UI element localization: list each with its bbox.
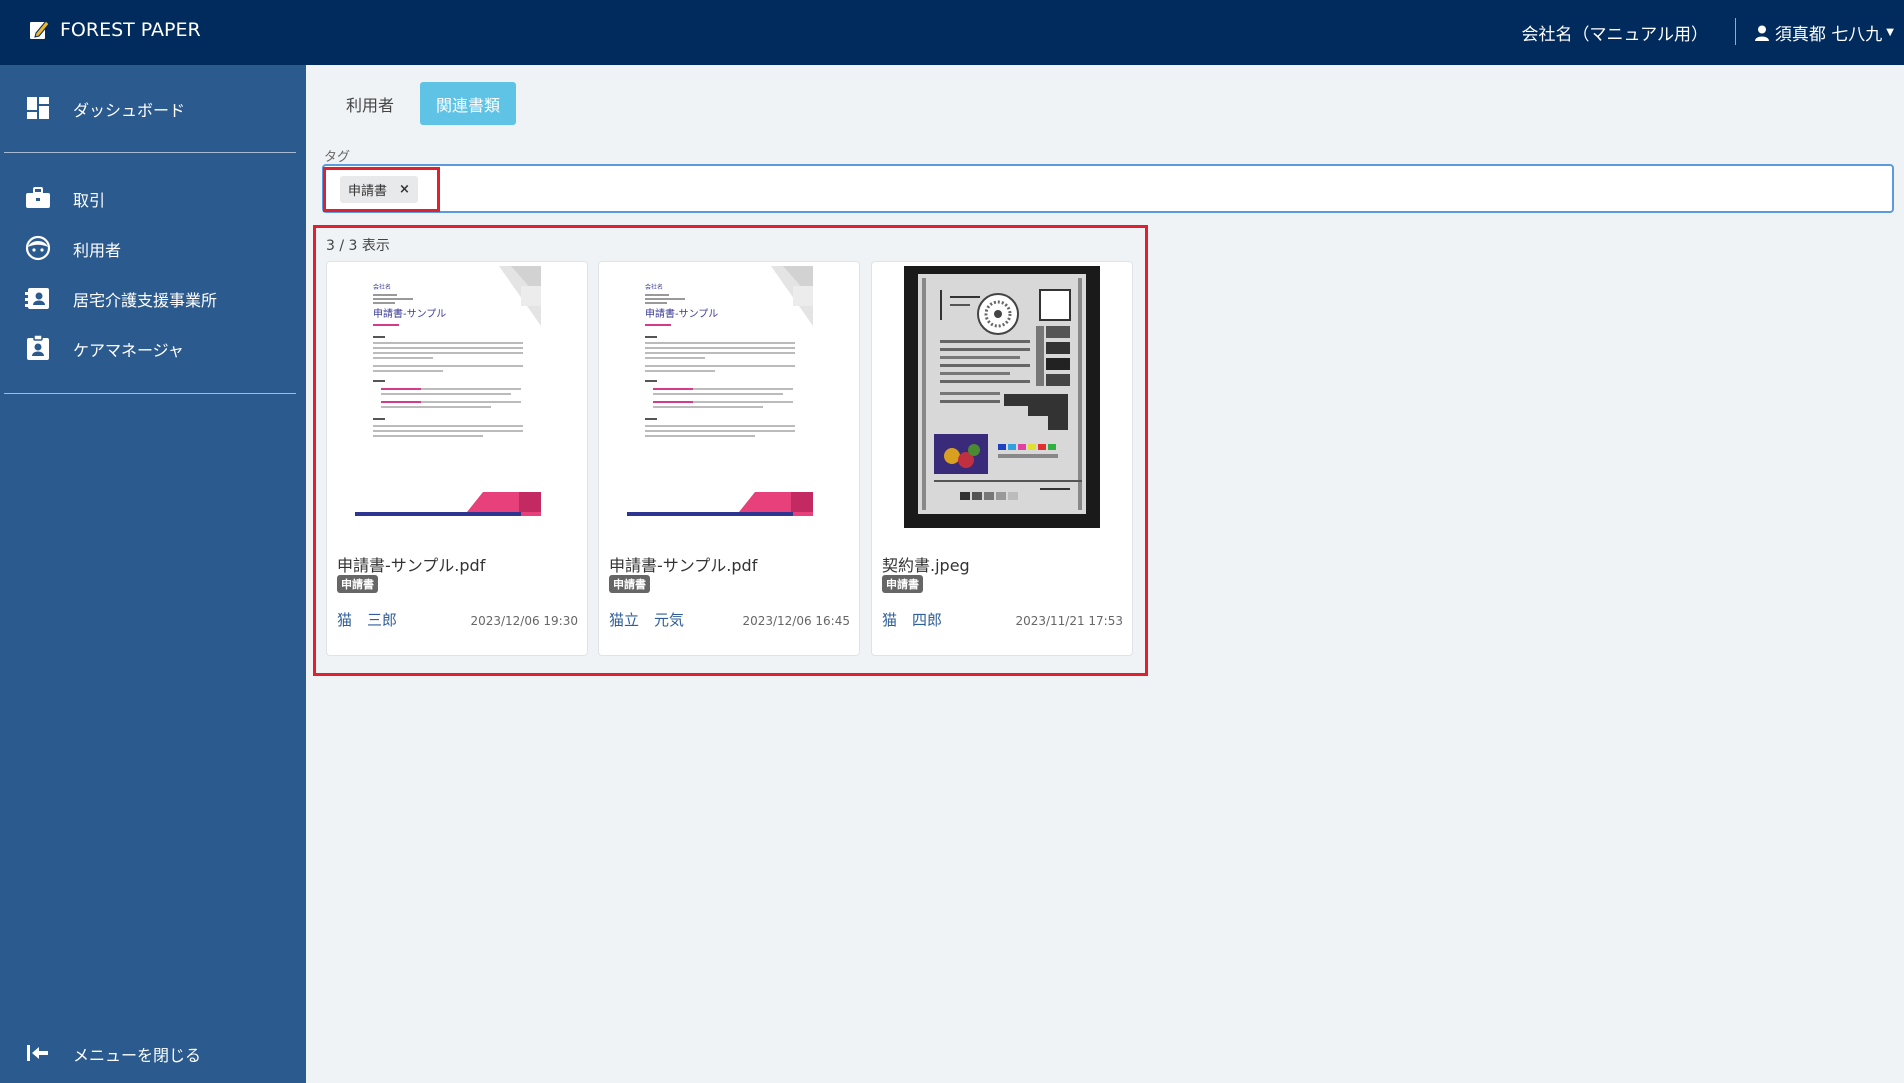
tag-filter-input[interactable] <box>322 164 1894 213</box>
caret-down-icon: ▼ <box>1886 27 1894 38</box>
top-bar: FOREST PAPER 会社名（マニュアル用） 須真都 七八九 ▼ <box>0 0 1904 65</box>
tab-bar: 利用者 関連書類 <box>330 82 517 125</box>
owner-name[interactable]: 猫 三郎 <box>337 609 397 630</box>
brand-name: FOREST PAPER <box>60 19 201 41</box>
tag-badge: 申請書 <box>609 575 650 593</box>
sidebar-item-transactions[interactable]: 取引 <box>0 175 306 219</box>
tag-badge: 申請書 <box>882 575 923 593</box>
sidebar-divider <box>4 393 296 394</box>
document-card[interactable]: 会社名 申請書-サンプル 申請書-サンプル.pdf 申請書 猫立 元気 2023… <box>598 261 860 656</box>
doc-title: 申請書-サンプル <box>373 307 446 320</box>
collapse-menu-icon <box>24 1039 52 1067</box>
tag-chip-label: 申請書 <box>348 184 388 199</box>
doc-company: 会社名 <box>645 283 663 291</box>
sidebar-item-label: ケアマネージャ <box>73 341 184 360</box>
brand[interactable]: FOREST PAPER <box>28 19 201 41</box>
sidebar-item-care-managers[interactable]: ケアマネージャ <box>0 325 306 369</box>
remove-tag-icon[interactable]: × <box>399 182 410 197</box>
user-menu[interactable]: 須真都 七八九 ▼ <box>1754 20 1894 45</box>
pdf-thumbnail: 会社名 申請書-サンプル <box>355 266 559 528</box>
sidebar-item-users[interactable]: 利用者 <box>0 225 306 269</box>
contact-card-icon <box>24 284 52 312</box>
tag-badge: 申請書 <box>337 575 378 593</box>
user-icon <box>1754 25 1769 41</box>
upload-date: 2023/12/06 19:30 <box>470 614 578 628</box>
briefcase-icon <box>24 184 52 212</box>
dashboard-icon <box>24 94 52 122</box>
user-name: 須真都 七八九 <box>1774 25 1883 45</box>
sidebar-item-label: 取引 <box>73 191 106 210</box>
jpeg-thumbnail <box>904 266 1100 528</box>
sidebar-item-label: 利用者 <box>73 241 122 260</box>
sidebar-item-dashboard[interactable]: ダッシュボード <box>0 85 306 129</box>
clipboard-user-icon <box>24 334 52 362</box>
document-card[interactable]: 契約書.jpeg 申請書 猫 四郎 2023/11/21 17:53 <box>871 261 1133 656</box>
notepad-icon <box>30 20 50 39</box>
file-name[interactable]: 申請書-サンプル.pdf <box>337 552 485 576</box>
result-count: 3 / 3 表示 <box>326 238 390 254</box>
face-icon <box>24 234 52 262</box>
tag-chip[interactable]: 申請書 × <box>340 176 418 203</box>
upload-date: 2023/11/21 17:53 <box>1015 614 1123 628</box>
close-menu-button[interactable]: メニューを閉じる <box>0 1030 306 1074</box>
sidebar-item-care-offices[interactable]: 居宅介護支援事業所 <box>0 275 306 319</box>
tag-filter-label: タグ <box>324 150 351 165</box>
company-name: 会社名（マニュアル用） <box>1521 25 1709 45</box>
file-name[interactable]: 申請書-サンプル.pdf <box>609 552 757 576</box>
sidebar-item-label: 居宅介護支援事業所 <box>73 291 218 310</box>
tab-users[interactable]: 利用者 <box>330 82 410 125</box>
header-divider <box>1735 18 1736 45</box>
upload-date: 2023/12/06 16:45 <box>742 614 850 628</box>
sidebar-item-label: ダッシュボード <box>73 101 186 120</box>
owner-name[interactable]: 猫 四郎 <box>882 609 942 630</box>
close-menu-label: メニューを閉じる <box>73 1046 202 1065</box>
tab-related-documents[interactable]: 関連書類 <box>420 82 517 125</box>
doc-company: 会社名 <box>373 283 391 291</box>
owner-name[interactable]: 猫立 元気 <box>609 609 684 630</box>
document-card[interactable]: 会社名 申請書-サンプル 申請書-サンプル.pdf 申請書 猫 三郎 2023/… <box>326 261 588 656</box>
file-name[interactable]: 契約書.jpeg <box>882 552 970 576</box>
sidebar-divider <box>4 152 296 153</box>
pdf-thumbnail: 会社名 申請書-サンプル <box>627 266 831 528</box>
doc-title: 申請書-サンプル <box>645 307 718 320</box>
sidebar: ダッシュボード 取引 利用者 居宅介護支援事業所 ケアマネージャ メニューを閉じ… <box>0 65 306 1083</box>
